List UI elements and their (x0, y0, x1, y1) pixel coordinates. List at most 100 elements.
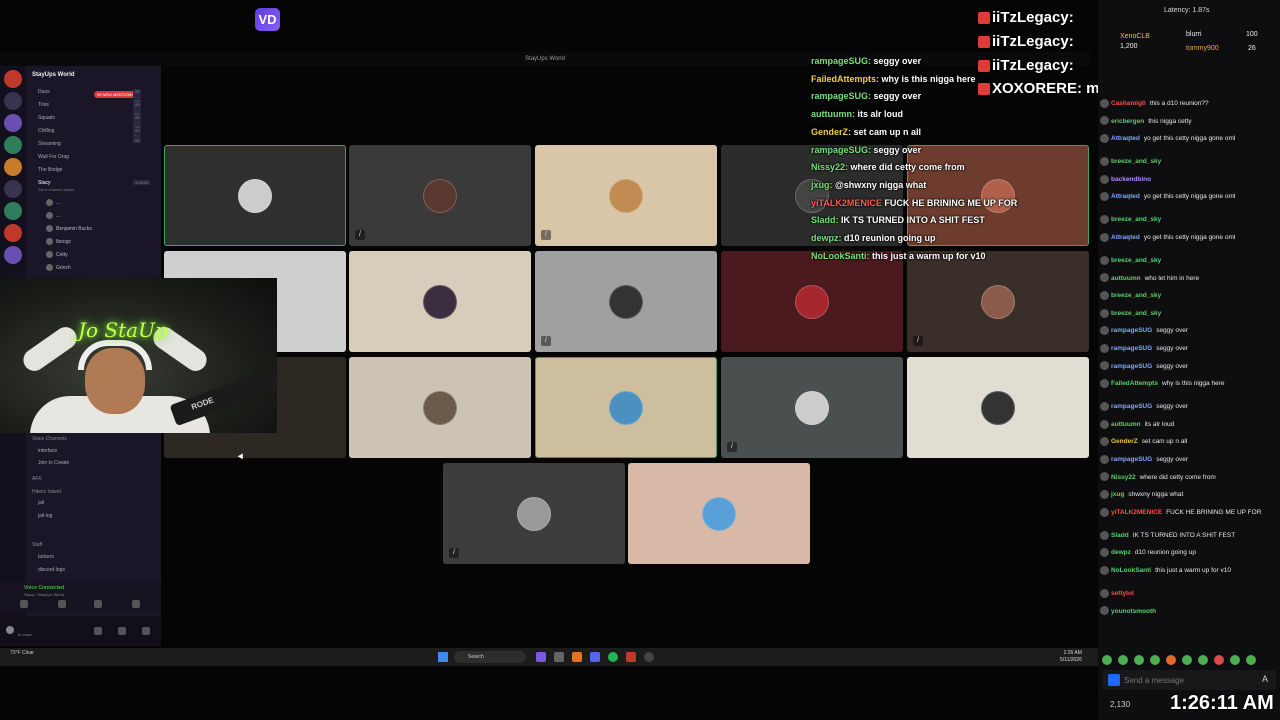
channel-chilling[interactable]: Chilling 00 · 99 (38, 128, 142, 143)
chat-message[interactable]: breeze_and_sky (1100, 255, 1278, 267)
chat-username[interactable]: yiTALK2MENICE (1111, 509, 1162, 516)
headphones-icon[interactable] (118, 627, 126, 635)
channel-squads[interactable]: Squads00 · 04 (38, 115, 142, 130)
voice-channels-header[interactable]: Voice Channels (32, 436, 67, 442)
channel-lackers[interactable]: lackers (38, 554, 54, 560)
member[interactable]: ... (46, 199, 60, 206)
member[interactable]: Grinch (46, 264, 71, 271)
staff-header[interactable]: Staff (32, 542, 42, 548)
member[interactable]: Iboogz (46, 238, 71, 245)
chat-username[interactable]: FailedAttempts (1111, 380, 1158, 387)
emote-icon[interactable] (1150, 655, 1160, 665)
chat-username[interactable]: breeze_and_sky (1111, 310, 1161, 317)
server-icon[interactable] (4, 92, 22, 110)
channel-jail[interactable]: jail (38, 500, 44, 506)
video-tile[interactable]: / (721, 357, 903, 458)
video-tile[interactable] (628, 463, 810, 564)
chat-message[interactable]: younotsmooth (1100, 606, 1278, 618)
server-icon[interactable] (4, 70, 22, 88)
chat-message[interactable]: settylol (1100, 588, 1278, 600)
chat-username[interactable]: auttuumn (1111, 275, 1141, 282)
member[interactable]: ... (46, 212, 60, 219)
server-icon[interactable] (4, 224, 22, 242)
emote-icon[interactable] (1118, 655, 1128, 665)
chat-username[interactable]: breeze_and_sky (1111, 158, 1161, 165)
chat-message[interactable]: breeze_and_sky (1100, 214, 1278, 226)
chat-message[interactable]: ericbergen this nigga cetty (1100, 116, 1278, 128)
chat-message[interactable]: rampageSUG seggy over (1100, 454, 1278, 466)
chat-message[interactable]: Nissy22 where did cetty come from (1100, 472, 1278, 484)
server-icon[interactable] (4, 158, 22, 176)
chat-message[interactable]: yiTALK2MENICE FUCK HE BRINING ME UP FOR (1100, 507, 1278, 519)
emote-icon[interactable] (1214, 655, 1224, 665)
chat-username[interactable]: NoLookSanti (1111, 567, 1151, 574)
chat-message[interactable]: rampageSUG seggy over (1100, 361, 1278, 373)
voice-connected-sub[interactable]: Stacy / StayUps World (24, 592, 64, 597)
system-clock[interactable]: 1:26 AM 5/11/2026 (1060, 650, 1082, 664)
chat-message[interactable]: Attraqted yo get this cetty nigga gone om… (1100, 232, 1278, 244)
discord-icon[interactable] (590, 652, 600, 662)
emote-icon[interactable] (1102, 655, 1112, 665)
screen-share-icon[interactable] (58, 600, 66, 608)
emote-picker-icon[interactable]: A (1262, 674, 1268, 684)
chat-message[interactable]: breeze_and_sky (1100, 290, 1278, 302)
soundboard-icon[interactable] (132, 600, 140, 608)
server-icon[interactable] (4, 202, 22, 220)
chat-message[interactable]: breeze_and_sky (1100, 308, 1278, 320)
chat-message[interactable]: rampageSUG seggy over (1100, 401, 1278, 413)
video-tile[interactable]: / (535, 251, 717, 352)
chat-username[interactable]: rampageSUG (1111, 456, 1152, 463)
chat-username[interactable]: rampageSUG (1111, 403, 1152, 410)
channel-points[interactable]: 2,130 (1110, 700, 1130, 709)
channel-status-hint[interactable]: Set a channel status (38, 187, 74, 192)
chat-message[interactable]: auttuumn its alr loud (1100, 419, 1278, 431)
chat-message[interactable]: rampageSUG seggy over (1100, 343, 1278, 355)
app-icon[interactable] (626, 652, 636, 662)
video-tile[interactable] (164, 145, 346, 246)
bits-icon[interactable] (1108, 674, 1120, 686)
obs-icon[interactable] (644, 652, 654, 662)
channel-streaming[interactable]: Streaming (38, 141, 61, 147)
hikers-header[interactable]: Hikers Island (32, 489, 61, 495)
video-tile[interactable]: / (907, 251, 1089, 352)
voice-join-to-create[interactable]: Join to Create (38, 460, 69, 466)
chat-username[interactable]: GenderZ (1111, 438, 1138, 445)
channel-stacy[interactable]: Stacy 3:33:12 (38, 180, 151, 186)
vd-app-logo[interactable]: VD (255, 8, 280, 31)
chat-username[interactable]: jxug (1111, 491, 1124, 498)
gear-icon[interactable] (142, 627, 150, 635)
chat-message[interactable]: NoLookSanti this just a warm up for v10 (1100, 565, 1278, 577)
channel-discord-logs[interactable]: discord-logs (38, 567, 65, 573)
video-tile[interactable] (907, 145, 1089, 246)
chat-message[interactable]: FailedAttempts why is this nigga here (1100, 378, 1278, 390)
mic-icon[interactable] (94, 627, 102, 635)
chat-message[interactable]: auttuumn who let him in here (1100, 273, 1278, 285)
afk-header[interactable]: AFK (32, 476, 42, 482)
server-name[interactable]: StayUps World (32, 72, 75, 78)
video-tile[interactable]: / (443, 463, 625, 564)
channel-trios[interactable]: Trios00 · 03 (38, 102, 142, 117)
chat-message[interactable]: Attraqted yo get this cetty nigga gone om… (1100, 191, 1278, 203)
member[interactable]: Benjamin Bucks (46, 225, 92, 232)
video-tile[interactable]: / (535, 145, 717, 246)
app-icon[interactable] (536, 652, 546, 662)
chat-username[interactable]: breeze_and_sky (1111, 292, 1161, 299)
brave-icon[interactable] (572, 652, 582, 662)
chat-message[interactable]: Cashamig0 this a d10 reunion?? (1100, 98, 1278, 110)
chat-username[interactable]: auttuumn (1111, 421, 1141, 428)
chat-username[interactable]: rampageSUG (1111, 363, 1152, 370)
chat-username[interactable]: Attraqted (1111, 135, 1140, 142)
member[interactable]: Cetty (46, 251, 68, 258)
video-tile[interactable]: / (349, 145, 531, 246)
channel-the-bridge[interactable]: The Bridge (38, 167, 62, 173)
video-tile[interactable] (535, 357, 717, 458)
top-gifter[interactable]: tommy900 (1186, 45, 1219, 52)
app-icon[interactable] (554, 652, 564, 662)
chat-username[interactable]: Sladd (1111, 532, 1129, 539)
activity-icon[interactable] (94, 600, 102, 608)
taskbar-search[interactable]: Search (454, 651, 526, 663)
channel-duos[interactable]: Duos00 · 02 (38, 89, 142, 104)
mentions-badge[interactable]: 99 NEW MENTIONS (94, 91, 138, 98)
server-icon[interactable] (4, 114, 22, 132)
chat-username[interactable]: Cashamig0 (1111, 100, 1146, 107)
